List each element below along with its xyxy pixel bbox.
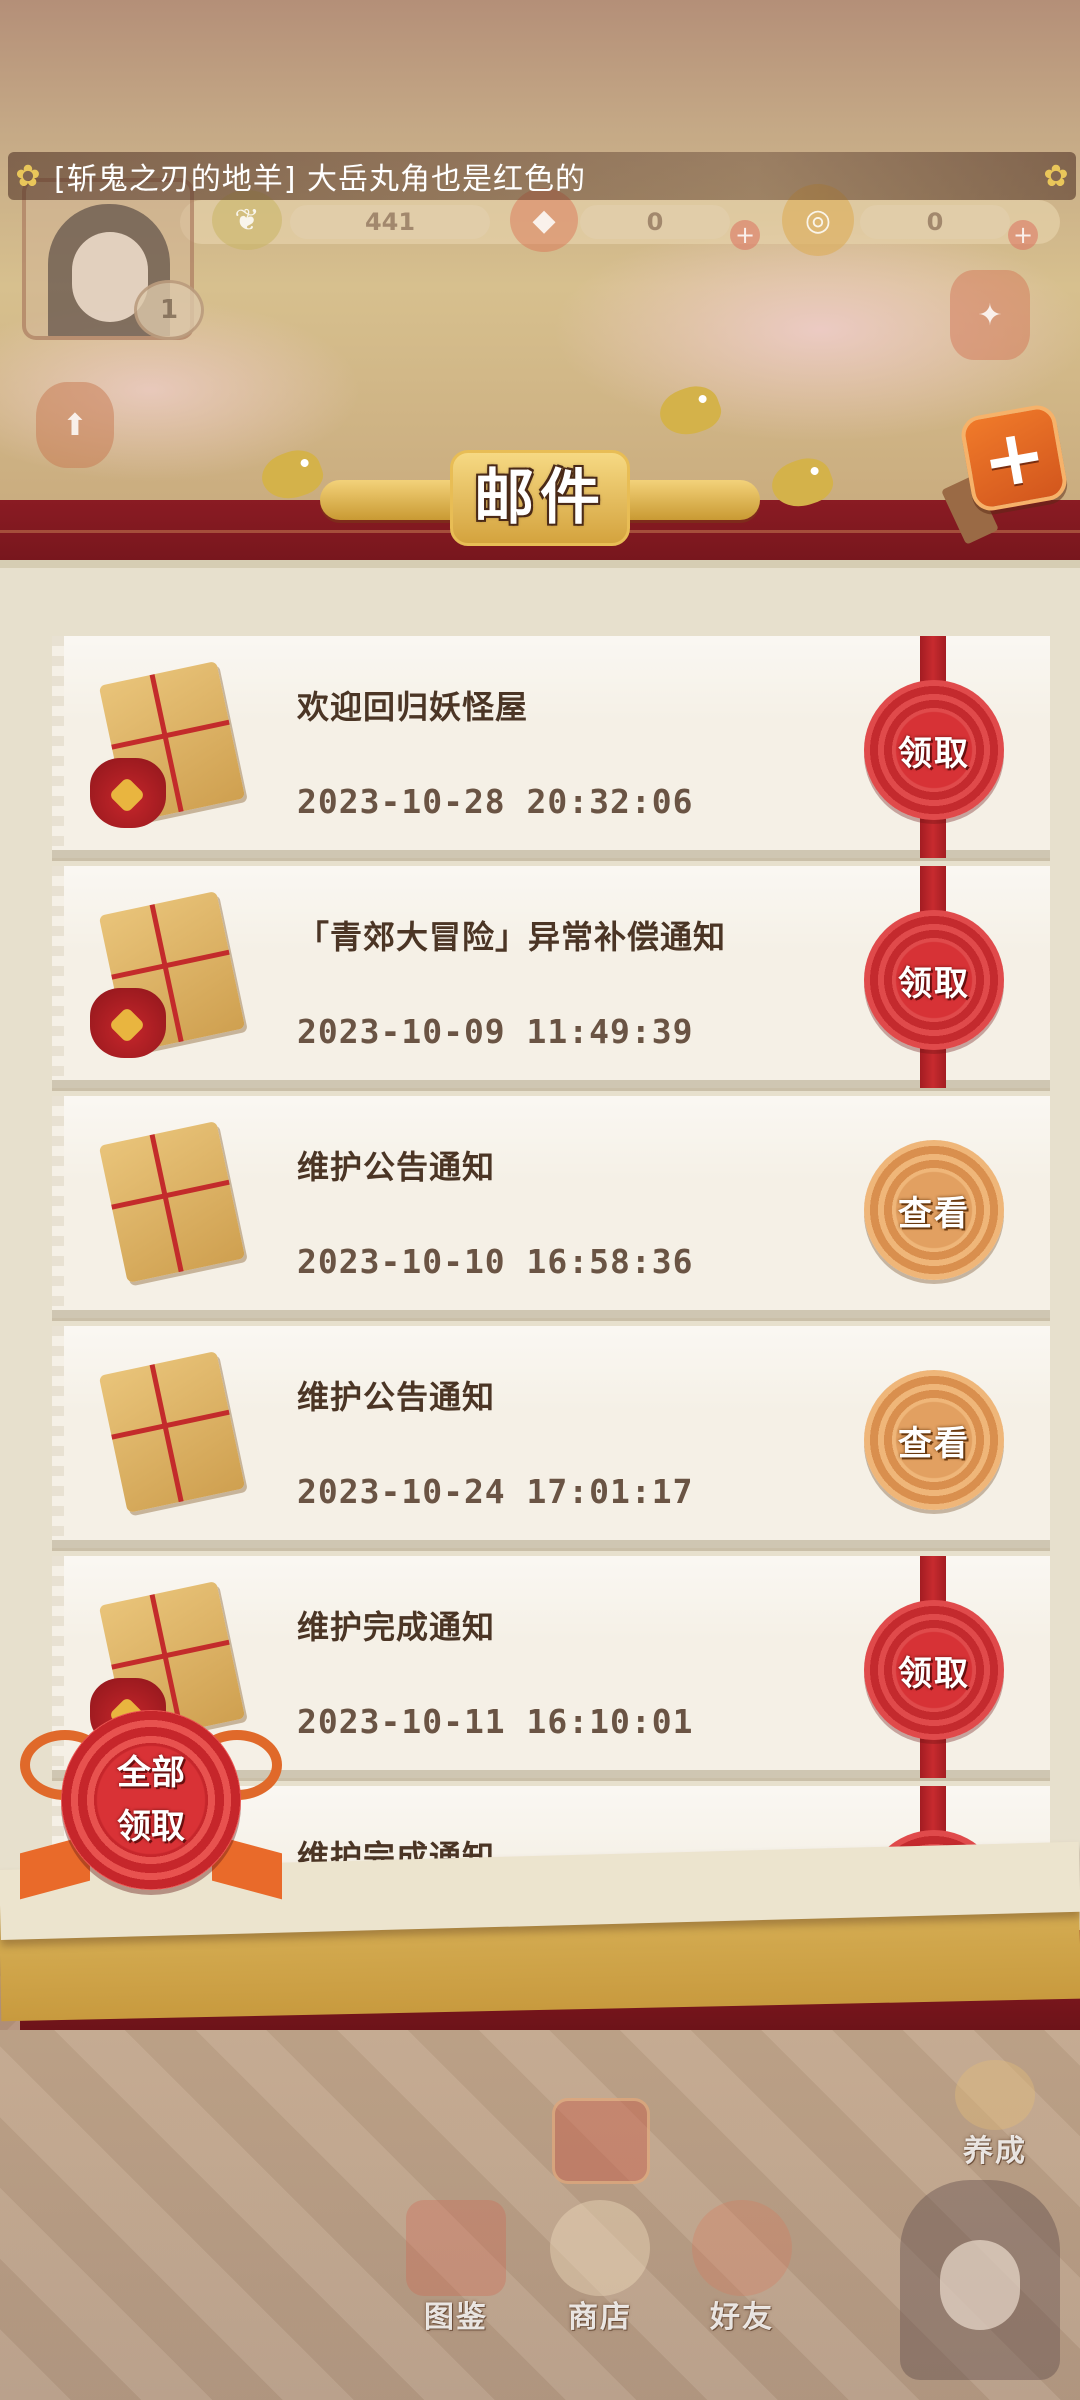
- mail-item[interactable]: 维护公告通知 2023-10-10 16:58:36 查看: [52, 1096, 1050, 1318]
- envelope-icon: [98, 1351, 246, 1513]
- title-plate: 邮件: [320, 450, 760, 546]
- player-level-badge: 1: [134, 280, 204, 340]
- claim-button[interactable]: 领取: [864, 1600, 1004, 1740]
- flower-right-icon: ✿: [1043, 158, 1069, 194]
- mail-item[interactable]: 「青郊大冒险」异常补偿通知 2023-10-09 11:49:39 领取: [52, 866, 1050, 1088]
- dock-friends-label: 好友: [710, 2300, 774, 2335]
- flower-left-icon: ✿: [15, 158, 41, 194]
- dock-atlas[interactable]: 图鉴: [396, 2200, 516, 2336]
- mail-timestamp: 2023-10-11 16:10:01: [297, 1702, 694, 1741]
- add-button[interactable]: +: [958, 402, 1070, 514]
- view-button[interactable]: 查看: [864, 1370, 1004, 1510]
- add-currency-3-icon[interactable]: +: [1008, 220, 1038, 250]
- plus-icon: +: [974, 408, 1054, 507]
- mail-title: 维护完成通知: [297, 1608, 496, 1646]
- mail-item[interactable]: 欢迎回归妖怪屋 2023-10-28 20:32:06 领取: [52, 636, 1050, 858]
- mail-title: 欢迎回归妖怪屋: [297, 688, 529, 726]
- claim-button[interactable]: 领取: [864, 680, 1004, 820]
- dock-cultivate-label: 养成: [963, 2134, 1027, 2169]
- currency-counter-2: 0: [580, 205, 730, 239]
- friends-icon: [692, 2200, 792, 2296]
- add-currency-2-icon[interactable]: +: [730, 220, 760, 250]
- currency-counter-1: 441: [290, 205, 490, 239]
- dock-shop[interactable]: 商店: [540, 2200, 660, 2336]
- mail-timestamp: 2023-10-24 17:01:17: [297, 1472, 694, 1511]
- mail-timestamp: 2023-10-10 16:58:36: [297, 1242, 694, 1281]
- shop-cat-icon: [550, 2200, 650, 2296]
- currency-counter-3: 0: [860, 205, 1010, 239]
- mail-title: 维护公告通知: [297, 1378, 496, 1416]
- fish-kite-icon: ✦: [950, 270, 1030, 360]
- character-portrait[interactable]: [900, 2180, 1060, 2380]
- ticker-message: [斩鬼之刃的地羊] 大岳丸角也是红色的: [54, 162, 586, 197]
- dock-friends[interactable]: 好友: [682, 2200, 802, 2336]
- atlas-book-icon: [406, 2200, 506, 2296]
- claim-all-line2: 领取: [117, 1807, 185, 1847]
- mail-title: 维护公告通知: [297, 1148, 496, 1186]
- mail-title: 「青郊大冒险」异常补偿通知: [297, 918, 727, 956]
- mail-timestamp: 2023-10-09 11:49:39: [297, 1012, 694, 1051]
- reward-pouch-icon: [90, 758, 166, 828]
- dock-atlas-label: 图鉴: [424, 2300, 488, 2335]
- view-button[interactable]: 查看: [864, 1140, 1004, 1280]
- cultivate-icon: [955, 2060, 1035, 2130]
- claim-button[interactable]: 领取: [864, 910, 1004, 1050]
- reward-pouch-icon: [90, 988, 166, 1058]
- dock-cultivate[interactable]: 养成: [920, 2060, 1070, 2170]
- dock-shop-label: 商店: [568, 2300, 632, 2335]
- mail-item[interactable]: 维护公告通知 2023-10-24 17:01:17 查看: [52, 1326, 1050, 1548]
- mail-timestamp: 2023-10-28 20:32:06: [297, 782, 694, 821]
- claim-all-disc[interactable]: 全部 领取: [61, 1710, 241, 1890]
- claim-all-line1: 全部: [117, 1753, 185, 1793]
- claim-all-button[interactable]: 全部 领取: [20, 1690, 282, 1910]
- upgrade-lantern-icon[interactable]: ⬆: [36, 382, 114, 468]
- page-title: 邮件: [474, 463, 606, 533]
- announcement-ticker: ✿ [斩鬼之刃的地羊] 大岳丸角也是红色的 ✿: [8, 152, 1076, 200]
- dock-emblem-icon: [552, 2098, 650, 2184]
- envelope-icon: [98, 1121, 246, 1283]
